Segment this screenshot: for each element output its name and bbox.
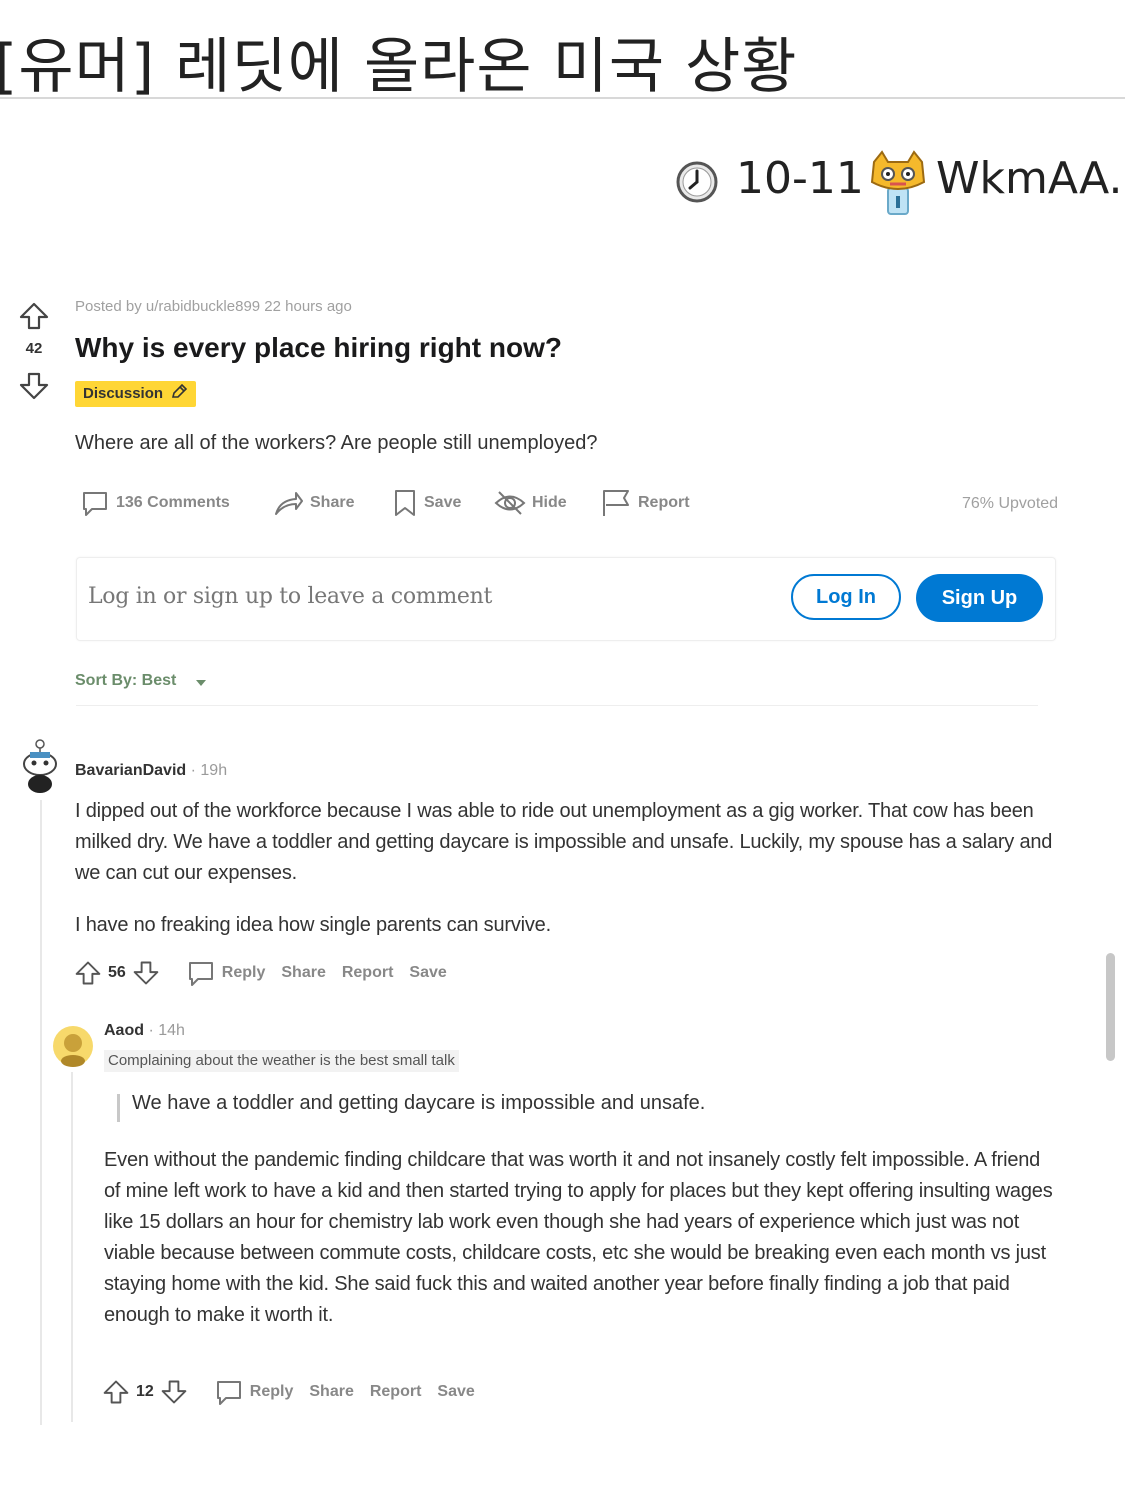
title-divider xyxy=(0,97,1125,99)
post-body: Where are all of the workers? Are people… xyxy=(75,432,598,454)
clock-icon xyxy=(676,161,718,203)
comment-icon[interactable] xyxy=(186,958,216,988)
upvote-icon[interactable] xyxy=(18,300,50,332)
comment-vote-count: 12 xyxy=(136,1383,154,1400)
comment-body: I have no freaking idea how single paren… xyxy=(75,914,551,936)
comment-icon xyxy=(83,492,107,516)
share-button[interactable]: Share xyxy=(281,964,325,982)
share-button[interactable]: Share xyxy=(309,1383,353,1401)
user-avatar-icon xyxy=(53,1026,93,1067)
comment-time: · 19h xyxy=(190,762,228,779)
signup-button[interactable]: Sign Up xyxy=(916,574,1043,622)
login-button[interactable]: Log In xyxy=(791,574,901,620)
comment-actions: 56 Reply Share Report Save xyxy=(74,958,447,988)
thread-line[interactable] xyxy=(40,800,42,1425)
post-flair[interactable]: Discussion xyxy=(75,381,197,407)
upvote-icon[interactable] xyxy=(74,958,102,988)
comment-author[interactable]: Aaod xyxy=(104,1022,144,1039)
downvote-icon[interactable] xyxy=(132,958,160,988)
post-vote-count: 42 xyxy=(25,340,43,357)
comments-button[interactable]: 136 Comments xyxy=(80,487,230,519)
post-title[interactable]: Why is every place hiring right now? xyxy=(75,332,562,364)
flag-icon xyxy=(603,490,629,516)
comment-meta: BavarianDavid · 19h xyxy=(75,762,227,780)
share-button[interactable]: Share xyxy=(272,487,354,519)
comment-body: I dipped out of the workforce because I … xyxy=(75,800,1053,884)
upvoted-percentage: 76% Upvoted xyxy=(962,495,1059,512)
sort-dropdown[interactable]: Sort By: Best xyxy=(75,672,176,690)
post-date: 10-11 xyxy=(736,153,864,204)
sort-divider xyxy=(76,705,1038,706)
bookmark-icon xyxy=(395,490,415,516)
downvote-icon[interactable] xyxy=(160,1377,188,1407)
save-button[interactable]: Save xyxy=(392,487,461,519)
pencil-icon xyxy=(172,383,188,398)
comment-vote-count: 56 xyxy=(108,964,126,981)
snoo-avatar-icon xyxy=(23,739,57,793)
report-button[interactable]: Report xyxy=(342,964,394,982)
downvote-icon[interactable] xyxy=(18,370,50,402)
comment-placeholder[interactable]: Log in or sign up to leave a comment xyxy=(88,584,492,609)
reply-button[interactable]: Reply xyxy=(222,964,266,982)
caret-down-icon[interactable] xyxy=(196,680,206,686)
hide-button[interactable]: Hide xyxy=(494,487,567,519)
comment-quote: We have a toddler and getting daycare is… xyxy=(132,1092,706,1114)
upvote-icon[interactable] xyxy=(102,1377,130,1407)
report-button[interactable]: Report xyxy=(370,1383,422,1401)
save-button[interactable]: Save xyxy=(437,1383,474,1401)
share-icon xyxy=(275,492,303,515)
cat-avatar-icon xyxy=(870,150,926,215)
comment-author[interactable]: BavarianDavid xyxy=(75,762,186,779)
reply-button[interactable]: Reply xyxy=(250,1383,294,1401)
eye-hidden-icon xyxy=(494,491,526,515)
comment-actions: 12 Reply Share Report Save xyxy=(102,1377,475,1407)
report-button[interactable]: Report xyxy=(600,487,690,519)
comment-body: Even without the pandemic finding childc… xyxy=(104,1149,1053,1326)
flair-label: Discussion xyxy=(83,385,164,402)
author-username[interactable]: WkmAA.. xyxy=(936,153,1125,204)
posted-by: Posted by u/rabidbuckle899 22 hours ago xyxy=(75,298,352,315)
quote-bar xyxy=(117,1094,120,1122)
save-button[interactable]: Save xyxy=(409,964,446,982)
comment-time: · 14h xyxy=(148,1022,185,1039)
scrollbar[interactable] xyxy=(1106,953,1115,1061)
page-title: [유머] 레딧에 올라온 미국 상황 xyxy=(0,32,798,102)
comment-icon[interactable] xyxy=(214,1377,244,1407)
user-flair: Complaining about the weather is the bes… xyxy=(104,1050,459,1072)
thread-line[interactable] xyxy=(71,1072,73,1422)
comment-meta: Aaod · 14h xyxy=(104,1022,185,1040)
